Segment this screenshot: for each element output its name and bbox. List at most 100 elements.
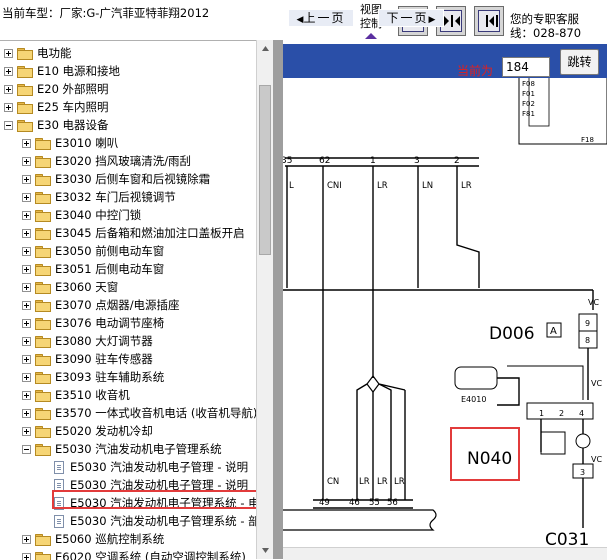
expand-icon[interactable] [22, 193, 31, 202]
tree-item-label: E5030 汽油发动机电子管理系统 [55, 441, 222, 457]
tree-folder-item[interactable]: E5030 汽油发动机电子管理系统 [22, 440, 222, 458]
expand-icon[interactable] [4, 103, 13, 112]
pin-label: 2 [559, 409, 564, 418]
scroll-up-icon[interactable] [257, 40, 274, 57]
tree-folder-item[interactable]: E3040 中控门锁 [22, 206, 141, 224]
next-page-button[interactable]: 下一页▶ [378, 9, 444, 27]
expand-icon[interactable] [22, 319, 31, 328]
tree-item-label: E3050 前侧电动车窗 [55, 243, 164, 259]
folder-icon [35, 534, 50, 545]
tree-folder-item[interactable]: E6020 空调系统 (自动空调控制系统) [22, 548, 246, 560]
tree-folder-item[interactable]: E3051 后侧电动车窗 [22, 260, 164, 278]
tree-folder-item[interactable]: E3032 车门后视镜调节 [22, 188, 176, 206]
tree-folder-item[interactable]: E3090 驻车传感器 [22, 350, 153, 368]
tree-folder-item[interactable]: E20 外部照明 [4, 80, 109, 98]
contact-info: 您的专职客服 线：028-870 [510, 12, 581, 40]
vc-label: VC [591, 455, 602, 464]
expand-icon[interactable] [22, 535, 31, 544]
pin-label: 4 [579, 409, 584, 418]
folder-icon [35, 372, 50, 383]
tree-folder-item[interactable]: E3050 前侧电动车窗 [22, 242, 164, 260]
expand-icon[interactable] [22, 301, 31, 310]
expand-icon[interactable] [22, 283, 31, 292]
folder-icon [35, 444, 50, 455]
expand-icon[interactable] [22, 247, 31, 256]
expand-icon[interactable] [22, 157, 31, 166]
expand-icon[interactable] [22, 409, 31, 418]
tree-folder-item[interactable]: E3070 点烟器/电源插座 [22, 296, 180, 314]
tree-folder-item[interactable]: E3060 天窗 [22, 278, 118, 296]
arrow-left-bar-icon [479, 12, 501, 30]
expand-icon[interactable] [22, 391, 31, 400]
current-page-input[interactable] [502, 57, 550, 77]
expand-icon[interactable] [22, 355, 31, 364]
folder-icon [35, 390, 50, 401]
expand-icon[interactable] [22, 229, 31, 238]
tree-folder-item[interactable]: E3076 电动调节座椅 [22, 314, 164, 332]
collapse-left-button[interactable] [474, 6, 504, 36]
tree-item-label: E3020 挡风玻璃清洗/雨刮 [55, 153, 191, 169]
tree-folder-item[interactable]: E3010 喇叭 [22, 134, 118, 152]
jump-button[interactable]: 跳转 [560, 49, 599, 75]
category-tree[interactable]: 电功能E10 电源和接地E20 外部照明E25 车内照明E30 电器设备E301… [0, 40, 256, 560]
tree-scrollbar-thumb[interactable] [259, 85, 271, 255]
tree-folder-item[interactable]: E5060 巡航控制系统 [22, 530, 164, 548]
fuse-label: F01 [522, 90, 535, 98]
folder-icon [35, 354, 50, 365]
viewer-hscrollbar[interactable] [283, 547, 607, 560]
scroll-down-icon[interactable] [257, 542, 274, 559]
tree-folder-item[interactable]: E3045 后备箱和燃油加注口盖板开启 [22, 224, 245, 242]
expand-icon[interactable] [22, 211, 31, 220]
expand-icon[interactable] [22, 337, 31, 346]
tree-item-label: E3510 收音机 [55, 387, 130, 403]
fuse-label: F18 [581, 136, 594, 144]
expand-icon[interactable] [4, 85, 13, 94]
collapse-icon[interactable] [22, 445, 31, 454]
tree-folder-item[interactable]: E3020 挡风玻璃清洗/雨刮 [22, 152, 191, 170]
vc-label: VC [591, 379, 602, 388]
tree-folder-item[interactable]: E3080 大灯调节器 [22, 332, 153, 350]
wire-label: LR [377, 181, 388, 191]
tree-scrollbar[interactable] [256, 40, 274, 559]
tree-doc-item[interactable]: E5030 汽油发动机电子管理 - 说明 [54, 458, 248, 476]
tree-item-label: E3076 电动调节座椅 [55, 315, 164, 331]
connector-d006-label: D006 [489, 324, 535, 344]
expand-icon[interactable] [22, 373, 31, 382]
current-page-label: 当前为 [457, 62, 493, 79]
tree-item-label: E3032 车门后视镜调节 [55, 189, 176, 205]
pin-number: 35 [283, 156, 292, 166]
wire-label: CNI [327, 181, 342, 191]
vc-label: VC [588, 298, 599, 307]
expand-icon[interactable] [4, 49, 13, 58]
folder-icon [35, 318, 50, 329]
prev-page-button[interactable]: ◀上一页 [288, 9, 354, 27]
tree-folder-item[interactable]: E3030 后侧车窗和后视镜除霜 [22, 170, 210, 188]
pin-number: 3 [414, 156, 420, 166]
expand-icon[interactable] [22, 175, 31, 184]
folder-icon [35, 174, 50, 185]
expand-icon[interactable] [22, 427, 31, 436]
tree-folder-item[interactable]: E5020 发动机冷却 [22, 422, 153, 440]
tree-folder-item[interactable]: E25 车内照明 [4, 98, 109, 116]
tree-item-label: 电功能 [37, 45, 72, 61]
diagram-viewer[interactable]: F08 F01 F02 F81 F18 35 62 1 3 2 L CNI LR… [283, 40, 607, 559]
contact-line-1: 您的专职客服 [510, 12, 579, 26]
arrows-inward-icon [441, 12, 463, 30]
panel-splitter[interactable] [273, 40, 283, 559]
expand-icon[interactable] [22, 265, 31, 274]
tree-folder-item[interactable]: E3570 一体式收音机电话 (收音机导航) [22, 404, 256, 422]
pin-number: 62 [319, 156, 330, 166]
expand-icon[interactable] [4, 67, 13, 76]
contact-line-2: 线：028-870 [510, 26, 581, 40]
tree-item-label: E25 车内照明 [37, 99, 109, 115]
n040-highlight-box [450, 427, 520, 481]
expand-icon[interactable] [22, 139, 31, 148]
tree-folder-item[interactable]: E30 电器设备 [4, 116, 109, 134]
tree-folder-item[interactable]: 电功能 [4, 44, 72, 62]
tree-folder-item[interactable]: E3093 驻车辅助系统 [22, 368, 164, 386]
tree-folder-item[interactable]: E10 电源和接地 [4, 62, 120, 80]
collapse-icon[interactable] [4, 121, 13, 130]
tree-folder-item[interactable]: E3510 收音机 [22, 386, 130, 404]
tree-doc-item[interactable]: E5030 汽油发动机电子管理系统 - 部 [54, 512, 256, 530]
tree-item-label: E3070 点烟器/电源插座 [55, 297, 180, 313]
